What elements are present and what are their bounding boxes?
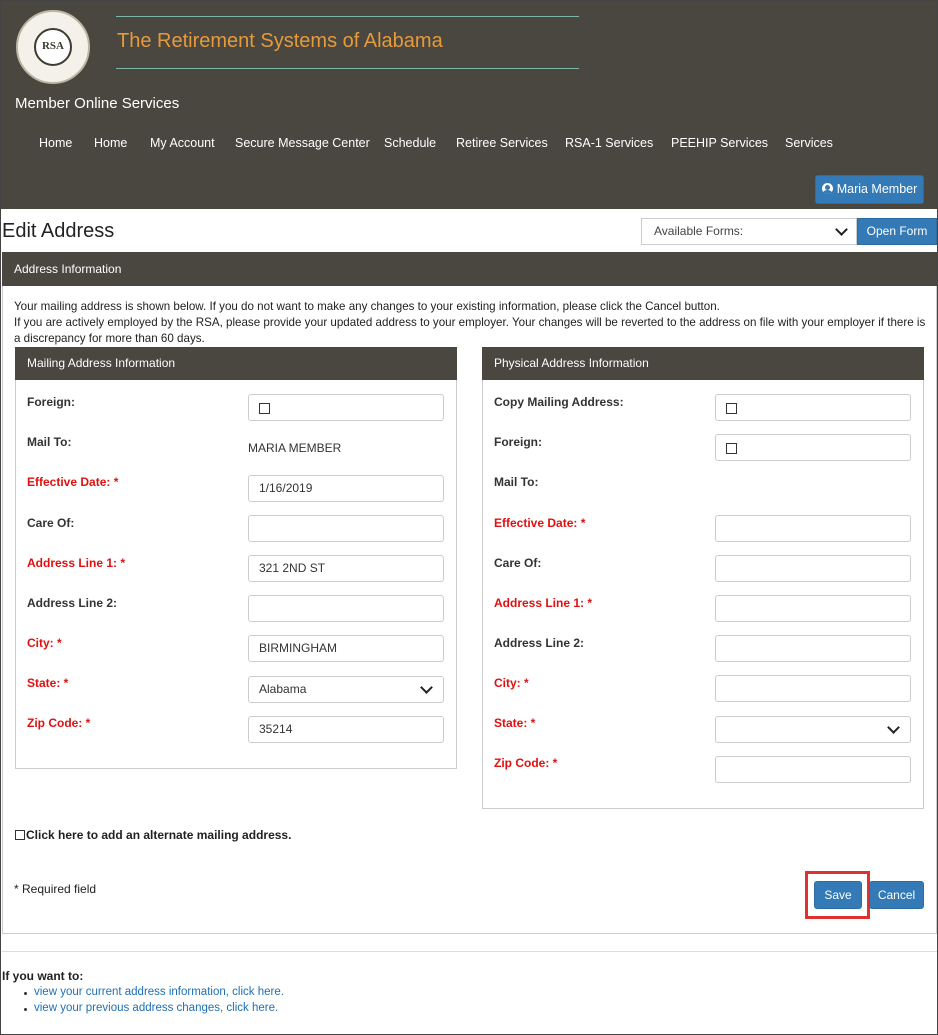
physical-effective-date-input[interactable] [715,515,911,542]
available-forms-select[interactable]: Available Forms: [641,218,857,245]
mailing-zip-label: Zip Code: * [27,716,91,730]
mailing-care-of-input[interactable] [248,515,444,542]
mailing-address1-label: Address Line 1: * [27,556,126,570]
chevron-down-icon [835,223,848,236]
required-field-note: * Required field [14,882,97,896]
cancel-button[interactable]: Cancel [869,881,924,909]
nav-item-home[interactable]: Home [39,136,72,150]
mailing-foreign-checkbox[interactable] [259,403,270,414]
mailing-state-value: Alabama [259,682,307,696]
physical-address1-input[interactable] [715,595,911,622]
mailing-mail-to-value: MARIA MEMBER [248,441,342,455]
mailing-state-label: State: * [27,676,69,690]
footer-divider [2,951,937,952]
nav-item-home-2[interactable]: Home [94,136,127,150]
physical-address-title: Physical Address Information [482,347,924,380]
physical-foreign-field[interactable] [715,434,911,461]
physical-copy-mailing-checkbox[interactable] [726,403,737,414]
user-name-label: Maria Member [836,182,918,196]
physical-city-label: City: * [494,676,529,690]
title-divider-bottom [116,68,579,69]
site-subtitle: Member Online Services [15,95,180,112]
physical-effective-date-label: Effective Date: * [494,516,586,530]
physical-zip-input[interactable] [715,756,911,783]
title-divider-top [116,16,579,17]
rsa-logo[interactable]: RSA [16,10,90,84]
alternate-address-checkbox[interactable] [15,830,25,840]
physical-foreign-label: Foreign: [494,435,542,449]
user-account-button[interactable]: Maria Member [815,175,924,204]
physical-address1-label: Address Line 1: * [494,596,593,610]
logo-seal-icon: RSA [34,28,72,66]
alternate-address-label: Click here to add an alternate mailing a… [26,828,292,842]
alternate-address-option[interactable]: Click here to add an alternate mailing a… [15,828,291,842]
site-header: RSA The Retirement Systems of Alabama Me… [1,1,937,209]
nav-item-services[interactable]: Services [785,136,833,150]
nav-item-rsa1-services[interactable]: RSA-1 Services [565,136,653,150]
nav-item-secure-message-center[interactable]: Secure Message Center [235,136,370,150]
save-button[interactable]: Save [814,881,862,909]
physical-mail-to-label: Mail To: [494,475,539,489]
mailing-effective-date-label: Effective Date: * [27,475,119,489]
nav-item-schedule[interactable]: Schedule [384,136,436,150]
nav-item-peehip-services[interactable]: PEEHIP Services [671,136,768,150]
logo-text: RSA [41,40,64,52]
intro-line-1: Your mailing address is shown below. If … [14,300,720,313]
page-title: Edit Address [2,220,115,242]
chevron-down-icon [887,721,900,734]
mailing-city-input[interactable]: BIRMINGHAM [248,635,444,662]
chevron-down-icon [420,681,433,694]
mailing-city-label: City: * [27,636,62,650]
intro-line-2: If you are actively employed by the RSA,… [14,316,926,345]
address-panel-title: Address Information [2,252,937,286]
mailing-address2-input[interactable] [248,595,444,622]
nav-item-retiree-services[interactable]: Retiree Services [456,136,548,150]
mailing-foreign-field[interactable] [248,394,444,421]
current-address-link[interactable]: view your current address information, c… [34,986,284,998]
physical-state-select[interactable] [715,716,911,743]
intro-text: Your mailing address is shown below. If … [14,299,926,347]
physical-foreign-checkbox[interactable] [726,443,737,454]
bullet-icon [24,1008,27,1011]
mailing-address1-input[interactable]: 321 2ND ST [248,555,444,582]
physical-address2-input[interactable] [715,635,911,662]
physical-care-of-label: Care Of: [494,556,542,570]
mailing-effective-date-input[interactable]: 1/16/2019 [248,475,444,502]
mailing-mail-to-label: Mail To: [27,435,72,449]
open-form-button[interactable]: Open Form [857,218,937,245]
mailing-address-title: Mailing Address Information [15,347,457,380]
previous-address-link[interactable]: view your previous address changes, clic… [34,1002,278,1014]
physical-zip-label: Zip Code: * [494,756,558,770]
physical-copy-mailing-field[interactable] [715,394,911,421]
mailing-address2-label: Address Line 2: [27,596,118,610]
site-title: The Retirement Systems of Alabama [117,30,443,52]
mailing-care-of-label: Care Of: [27,516,75,530]
mailing-state-select[interactable]: Alabama [248,676,444,703]
mailing-foreign-label: Foreign: [27,395,75,409]
nav-item-my-account[interactable]: My Account [150,136,215,150]
physical-address2-label: Address Line 2: [494,636,585,650]
physical-state-label: State: * [494,716,536,730]
physical-copy-mailing-label: Copy Mailing Address: [494,395,624,409]
available-forms-value: Available Forms: [654,224,744,238]
bullet-icon [24,992,27,995]
footer-title: If you want to: [2,969,84,983]
physical-care-of-input[interactable] [715,555,911,582]
physical-city-input[interactable] [715,675,911,702]
user-circle-icon [821,183,833,194]
mailing-zip-input[interactable]: 35214 [248,716,444,743]
